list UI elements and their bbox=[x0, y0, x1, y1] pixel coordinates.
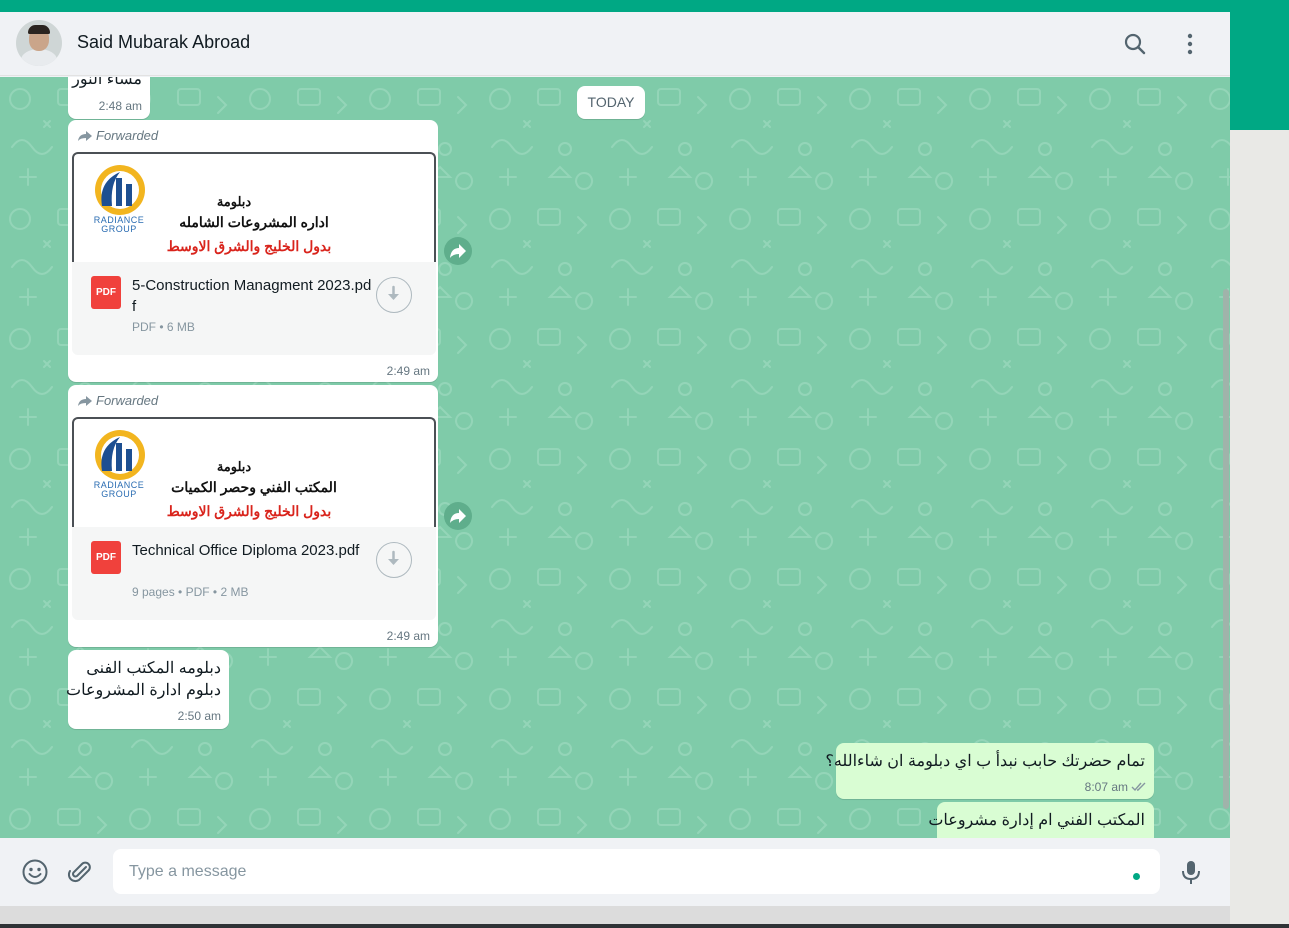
download-button[interactable] bbox=[376, 277, 412, 313]
forward-icon bbox=[450, 244, 466, 258]
message-list[interactable]: TODAY مساء النور 2:48 am Forwarded RADIA… bbox=[0, 77, 1230, 838]
pdf-icon: PDF bbox=[91, 541, 121, 574]
forward-message-button[interactable] bbox=[444, 237, 472, 265]
top-accent-strip bbox=[0, 0, 1289, 12]
message-time: 2:50 am bbox=[177, 709, 221, 723]
message-text: المكتب الفني ام إدارة مشروعات bbox=[928, 812, 1145, 829]
document-file[interactable]: PDF 5-Construction Managment 2023.pdf PD… bbox=[72, 262, 436, 355]
avatar[interactable] bbox=[16, 20, 62, 66]
document-thumbnail[interactable]: RADIANCE GROUP دبلومة اداره المشروعات ال… bbox=[72, 152, 436, 262]
forwarded-label: Forwarded bbox=[78, 128, 158, 143]
message-bubble[interactable]: دبلومه المكتب الفنى دبلوم ادارة المشروعا… bbox=[66, 650, 229, 729]
thumb-region: بدول الخليج والشرق الاوسط bbox=[166, 238, 332, 254]
document-thumbnail[interactable]: RADIANCE GROUP دبلومة المكتب الفني وحصر … bbox=[72, 417, 436, 527]
side-panel bbox=[1230, 130, 1289, 928]
thumb-title: دبلومة bbox=[216, 459, 252, 474]
message-time: 2:49 am bbox=[386, 364, 430, 378]
thumb-subtitle: المكتب الفني وحصر الكميات bbox=[171, 479, 337, 495]
download-icon bbox=[388, 550, 399, 565]
message-text: دبلومه المكتب الفنى دبلوم ادارة المشروعا… bbox=[66, 660, 221, 699]
chat-header: Said Mubarak Abroad bbox=[0, 12, 1230, 76]
attach-icon bbox=[67, 861, 91, 883]
window-bottom-edge bbox=[0, 924, 1289, 928]
double-check-icon bbox=[1131, 782, 1146, 792]
forwarded-label: Forwarded bbox=[78, 393, 158, 408]
document-message[interactable]: Forwarded RADIANCE GROUP دبلومة المكتب ا… bbox=[68, 385, 438, 647]
brand-text: RADIANCE GROUP bbox=[93, 480, 145, 499]
brand-text: RADIANCE GROUP bbox=[93, 215, 145, 234]
file-name: 5-Construction Managment 2023.pdf bbox=[132, 277, 372, 315]
thumb-title: دبلومة bbox=[216, 194, 252, 209]
emoji-icon bbox=[22, 859, 48, 885]
pdf-icon: PDF bbox=[91, 276, 121, 309]
file-name: Technical Office Diploma 2023.pdf bbox=[132, 542, 360, 559]
document-message[interactable]: Forwarded RADIANCE GROUP دبلومة اداره ال… bbox=[68, 120, 438, 382]
attach-button[interactable] bbox=[66, 858, 94, 886]
search-icon bbox=[1124, 33, 1146, 55]
menu-button[interactable] bbox=[1174, 28, 1206, 60]
thumb-subtitle: اداره المشروعات الشامله bbox=[179, 214, 329, 230]
menu-icon bbox=[1187, 33, 1193, 55]
contact-name[interactable]: Said Mubarak Abroad bbox=[77, 32, 250, 53]
search-button[interactable] bbox=[1119, 28, 1151, 60]
message-time: 8:07 am bbox=[1084, 780, 1128, 794]
message-bubble[interactable]: مساء النور 2:48 am bbox=[68, 77, 150, 119]
download-icon bbox=[388, 285, 399, 300]
date-chip: TODAY bbox=[577, 86, 645, 119]
emoji-button[interactable] bbox=[21, 858, 49, 886]
download-button[interactable] bbox=[376, 542, 412, 578]
outgoing-message[interactable]: تمام حضرتك حابب نبدأ ب اي دبلومة ان شاءا… bbox=[825, 743, 1154, 799]
forward-icon bbox=[78, 131, 92, 141]
document-file[interactable]: PDF Technical Office Diploma 2023.pdf 9 … bbox=[72, 527, 436, 620]
message-time: 2:49 am bbox=[386, 629, 430, 643]
side-accent-panel bbox=[1230, 0, 1289, 130]
file-meta: 9 pages • PDF • 2 MB bbox=[132, 585, 249, 599]
file-meta: PDF • 6 MB bbox=[132, 320, 195, 334]
forward-icon bbox=[78, 396, 92, 406]
message-text: مساء النور bbox=[72, 77, 142, 88]
message-time: 2:48 am bbox=[98, 99, 142, 113]
scrollbar[interactable] bbox=[1223, 289, 1229, 809]
mic-icon bbox=[1182, 861, 1200, 884]
message-input[interactable] bbox=[113, 849, 1160, 894]
forward-message-button[interactable] bbox=[444, 502, 472, 530]
chat-window: Said Mubarak Abroad TODAY مساء النور 2:4… bbox=[0, 12, 1230, 906]
outgoing-message[interactable]: المكتب الفني ام إدارة مشروعات bbox=[928, 802, 1154, 838]
thumb-region: بدول الخليج والشرق الاوسط bbox=[166, 503, 332, 519]
composer bbox=[0, 838, 1230, 906]
forward-icon bbox=[450, 509, 466, 523]
input-status-dot bbox=[1133, 873, 1140, 880]
message-text: تمام حضرتك حابب نبدأ ب اي دبلومة ان شاءا… bbox=[825, 753, 1145, 770]
voice-message-button[interactable] bbox=[1177, 858, 1205, 886]
